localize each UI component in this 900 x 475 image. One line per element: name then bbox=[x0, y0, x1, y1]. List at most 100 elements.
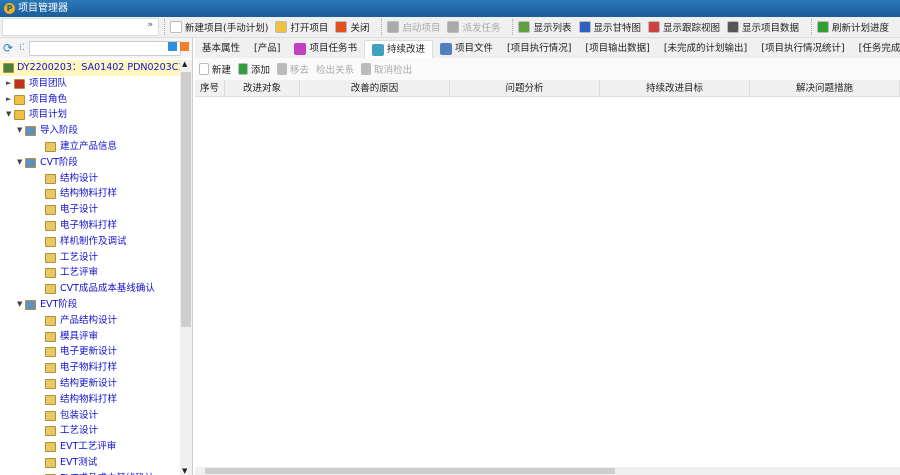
tree-node[interactable]: ► 项目团队 bbox=[0, 76, 180, 92]
toolbar-icon bbox=[447, 21, 460, 33]
app-logo-icon: P bbox=[4, 3, 15, 14]
tree-node-label: 电子物料打样 bbox=[60, 362, 118, 374]
tree-node-label: 模具评审 bbox=[60, 330, 99, 342]
column-header[interactable]: 改善的原因 bbox=[300, 80, 450, 96]
tree-node[interactable]: CVT成品成本基线确认 bbox=[0, 281, 180, 297]
tree-node[interactable]: 结构物料打样 bbox=[0, 186, 180, 202]
tree-node[interactable]: 样机制作及调试 bbox=[0, 234, 180, 250]
folder-icon bbox=[45, 141, 56, 152]
tree-node[interactable]: ▼ 导入阶段 bbox=[0, 123, 180, 139]
tree-node[interactable]: 工艺评审 bbox=[0, 265, 180, 281]
tree-node[interactable]: ► 项目角色 bbox=[0, 92, 180, 108]
toolbar-label: 打开项目 bbox=[290, 23, 329, 34]
column-header[interactable]: 序号 bbox=[195, 80, 225, 96]
tree-node[interactable]: ▼ 项目计划 bbox=[0, 107, 180, 123]
tree-node-label: 项目团队 bbox=[29, 77, 68, 89]
expand-toggle-icon[interactable]: ▼ bbox=[17, 297, 22, 313]
tree-node-label: 电子物料打样 bbox=[60, 219, 118, 231]
tree-node-label: CVT阶段 bbox=[40, 156, 78, 168]
column-header[interactable]: 问题分析 bbox=[450, 80, 600, 96]
phase-icon bbox=[25, 157, 36, 168]
tab-3[interactable]: 持续改进 bbox=[363, 40, 433, 58]
tab-6[interactable]: [项目输出数据] bbox=[578, 40, 656, 58]
project-selector[interactable]: » bbox=[2, 18, 159, 36]
folder-icon bbox=[45, 268, 56, 279]
subtoolbar-button-3[interactable]: 检出关系 bbox=[316, 62, 354, 76]
column-header[interactable]: 改进对象 bbox=[225, 80, 300, 96]
detail-tabs: 基本属性 [产品] 项目任务书 持续改进 项目文件 [项目执行情况] [项目输出数据] [未完… bbox=[195, 38, 900, 58]
tab-8[interactable]: [项目执行情况统计] bbox=[754, 40, 851, 58]
tree-node[interactable]: 包装设计 bbox=[0, 408, 180, 424]
tree-node[interactable]: EVT成品成本基线确认 bbox=[0, 471, 180, 475]
tree-node[interactable]: 结构设计 bbox=[0, 171, 180, 187]
expand-toggle-icon[interactable]: ▼ bbox=[17, 123, 22, 139]
toolbar-button-0[interactable]: 新建项目(手动计划) bbox=[170, 20, 268, 34]
tree-node[interactable]: 建立产品信息 bbox=[0, 139, 180, 155]
tree-root[interactable]: DY2200203：SA01402 PDN0203C1000 bbox=[0, 60, 180, 76]
search-prev-icon[interactable] bbox=[180, 42, 189, 51]
tab-9[interactable]: [任务完成情况统计] bbox=[852, 40, 900, 58]
column-header[interactable]: 持续改进目标 bbox=[600, 80, 750, 96]
folder-icon bbox=[45, 378, 56, 389]
tree-node[interactable]: ▼ EVT阶段 bbox=[0, 297, 180, 313]
tab-label: [项目执行情况统计] bbox=[761, 43, 845, 54]
toolbar-button-8[interactable]: 显示项目数据 bbox=[727, 20, 799, 34]
tree-node[interactable]: 电子更新设计 bbox=[0, 344, 180, 360]
tab-label: [产品] bbox=[254, 43, 281, 54]
subtoolbar-label: 新建 bbox=[212, 65, 232, 76]
horizontal-scrollbar[interactable] bbox=[195, 467, 900, 475]
locate-icon[interactable]: ⁝⁚ bbox=[19, 43, 25, 53]
subtoolbar-button-0[interactable]: 新建 bbox=[199, 62, 231, 76]
subtoolbar-button-4[interactable]: 取消检出 bbox=[361, 62, 412, 76]
refresh-icon[interactable]: ⟳ bbox=[3, 41, 13, 55]
toolbar-button-9[interactable]: 刷新计划进度 bbox=[817, 20, 889, 34]
tree-node[interactable]: ▼ CVT阶段 bbox=[0, 155, 180, 171]
project-tree: DY2200203：SA01402 PDN0203C1000 ► 项目团队 ► 项目角色… bbox=[0, 60, 180, 475]
tab-0[interactable]: 基本属性 bbox=[195, 40, 247, 58]
tree-node[interactable]: 工艺设计 bbox=[0, 250, 180, 266]
expand-toggle-icon[interactable]: ▼ bbox=[17, 155, 22, 171]
toolbar-button-5[interactable]: 显示列表 bbox=[518, 20, 572, 34]
tree-node[interactable]: 结构更新设计 bbox=[0, 376, 180, 392]
tree-node[interactable]: 产品结构设计 bbox=[0, 313, 180, 329]
toolbar-button-2[interactable]: 关闭 bbox=[335, 20, 369, 34]
toolbar-label: 刷新计划进度 bbox=[832, 23, 890, 34]
toolbar-button-6[interactable]: 显示甘特图 bbox=[578, 20, 641, 34]
tree-node-label: 项目计划 bbox=[29, 109, 68, 121]
subtoolbar-button-1[interactable]: 添加 bbox=[238, 62, 270, 76]
tree-node-label: 工艺评审 bbox=[60, 267, 99, 279]
expand-toggle-icon[interactable]: ► bbox=[6, 76, 11, 92]
expand-toggle-icon[interactable]: ▼ bbox=[6, 107, 11, 123]
tree-node[interactable]: 电子物料打样 bbox=[0, 218, 180, 234]
tree-node[interactable]: 电子设计 bbox=[0, 202, 180, 218]
tree-node[interactable]: 工艺设计 bbox=[0, 423, 180, 439]
tree-node-label: 导入阶段 bbox=[40, 125, 79, 137]
subtoolbar-button-2[interactable]: 移去 bbox=[277, 62, 309, 76]
tree-node[interactable]: EVT工艺评审 bbox=[0, 439, 180, 455]
tree-scrollbar[interactable]: ▲ ▼ bbox=[180, 60, 192, 475]
column-header[interactable]: 解决问题措施 bbox=[750, 80, 900, 96]
tab-5[interactable]: [项目执行情况] bbox=[500, 40, 578, 58]
tree-search-bar: ⟳ ⁝⁚ bbox=[0, 38, 192, 58]
subtoolbar-icon bbox=[277, 63, 288, 75]
tree-search-input[interactable] bbox=[28, 40, 181, 56]
tab-2[interactable]: 项目任务书 bbox=[287, 40, 364, 58]
toolbar-button-7[interactable]: 显示跟踪视图 bbox=[648, 20, 720, 34]
toolbar-button-3[interactable]: 启动项目 bbox=[387, 20, 440, 34]
search-next-icon[interactable] bbox=[168, 42, 177, 51]
tree-node[interactable]: 模具评审 bbox=[0, 329, 180, 345]
tab-1[interactable]: [产品] bbox=[247, 40, 287, 58]
tree-node[interactable]: EVT测试 bbox=[0, 455, 180, 471]
chevron-down-icon: » bbox=[147, 20, 153, 30]
tree-node[interactable]: 结构物料打样 bbox=[0, 392, 180, 408]
expand-toggle-icon[interactable]: ► bbox=[6, 92, 11, 108]
tree-node-label: CVT成品成本基线确认 bbox=[60, 283, 155, 295]
toolbar-label: 启动项目 bbox=[402, 23, 441, 34]
toolbar-button-1[interactable]: 打开项目 bbox=[275, 20, 328, 34]
toolbar-button-4[interactable]: 派发任务 bbox=[447, 20, 500, 34]
tab-4[interactable]: 项目文件 bbox=[433, 40, 500, 58]
tree-node-label: 结构物料打样 bbox=[60, 188, 118, 200]
toolbar-label: 新建项目(手动计划) bbox=[185, 23, 269, 34]
tree-node[interactable]: 电子物料打样 bbox=[0, 360, 180, 376]
tab-7[interactable]: [未完成的计划输出] bbox=[657, 40, 754, 58]
